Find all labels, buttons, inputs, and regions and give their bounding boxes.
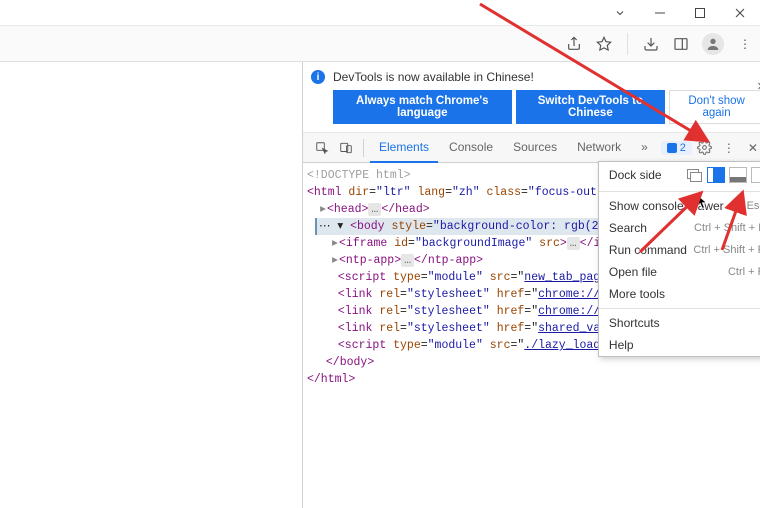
dock-left[interactable]	[707, 167, 725, 183]
device-toggle-icon[interactable]	[335, 137, 357, 159]
panel-icon[interactable]	[672, 35, 690, 53]
window-controls	[0, 0, 760, 26]
menu-open-file[interactable]: Open file Ctrl + P	[599, 261, 760, 283]
info-bar: i DevTools is now available in Chinese! …	[303, 62, 760, 133]
devtools-panel: i DevTools is now available in Chinese! …	[302, 62, 760, 508]
chevron-down-icon[interactable]	[600, 0, 640, 26]
btn-always-match[interactable]: Always match Chrome's language	[333, 90, 512, 124]
menu-help[interactable]: Help ▸	[599, 334, 760, 356]
menu-dock-side: Dock side	[599, 162, 760, 188]
maximize-button[interactable]	[680, 0, 720, 26]
page-content	[0, 62, 302, 508]
dock-undock[interactable]	[685, 167, 703, 183]
close-window-button[interactable]	[720, 0, 760, 26]
issues-icon	[667, 143, 677, 153]
dom-html-close[interactable]: </html>	[307, 371, 760, 388]
menu-show-drawer[interactable]: Show console drawer Esc	[599, 195, 760, 217]
share-icon[interactable]	[565, 35, 583, 53]
devtools-kebab-icon[interactable]: ⋮	[718, 137, 740, 159]
inspect-icon[interactable]	[311, 137, 333, 159]
star-icon[interactable]	[595, 35, 613, 53]
info-icon: i	[311, 70, 325, 84]
tab-sources[interactable]: Sources	[504, 133, 566, 163]
menu-search[interactable]: Search Ctrl + Shift + F	[599, 217, 760, 239]
devtools-tabbar: Elements Console Sources Network » 2 ⋮ ✕…	[303, 133, 760, 163]
dock-right[interactable]	[751, 167, 760, 183]
tab-overflow[interactable]: »	[632, 133, 657, 163]
tab-network[interactable]: Network	[568, 133, 630, 163]
menu-more-tools[interactable]: More tools ▸	[599, 283, 760, 305]
dock-bottom[interactable]	[729, 167, 747, 183]
info-text: DevTools is now available in Chinese!	[333, 70, 760, 84]
devtools-menu: Dock side Show console drawer Esc Search	[598, 161, 760, 357]
tab-console[interactable]: Console	[440, 133, 502, 163]
download-icon[interactable]	[642, 35, 660, 53]
btn-switch-chinese[interactable]: Switch DevTools to Chinese	[516, 90, 666, 124]
issues-count: 2	[680, 142, 686, 154]
settings-gear-icon[interactable]	[694, 137, 716, 159]
toolbar-divider	[627, 33, 628, 55]
browser-toolbar: ⋮	[0, 26, 760, 62]
menu-run-command[interactable]: Run command Ctrl + Shift + P	[599, 239, 760, 261]
menu-shortcuts[interactable]: Shortcuts	[599, 312, 760, 334]
kebab-icon[interactable]: ⋮	[736, 35, 754, 53]
issues-badge[interactable]: 2	[661, 141, 692, 155]
avatar-icon[interactable]	[702, 33, 724, 55]
minimize-button[interactable]	[640, 0, 680, 26]
devtools-close-icon[interactable]: ✕	[742, 137, 760, 159]
btn-dont-show[interactable]: Don't show again	[669, 90, 760, 124]
tab-elements[interactable]: Elements	[370, 133, 438, 163]
